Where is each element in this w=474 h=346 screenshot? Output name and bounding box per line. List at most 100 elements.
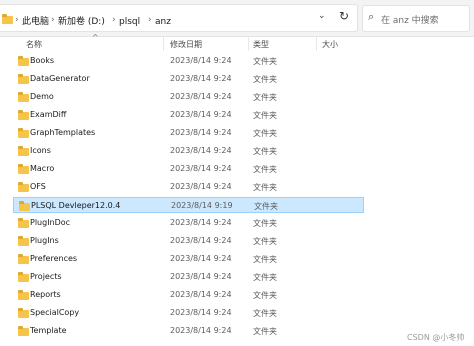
list-item[interactable]: Preferences 2023/8/14 9:24 文件夹: [13, 251, 364, 267]
folder-icon: [2, 14, 13, 24]
item-date: 2023/8/14 9:24: [170, 326, 232, 335]
item-name: Books: [30, 56, 55, 65]
list-item[interactable]: DataGenerator 2023/8/14 9:24 文件夹: [13, 71, 364, 87]
item-type: 文件夹: [254, 202, 278, 211]
item-type: 文件夹: [253, 309, 277, 318]
item-name: Demo: [30, 92, 54, 101]
folder-icon: [18, 272, 29, 282]
item-name: GraphTemplates: [30, 128, 96, 137]
item-type: 文件夹: [253, 327, 277, 336]
column-divider[interactable]: [163, 36, 164, 51]
search-icon: ⌕: [368, 10, 375, 23]
item-type: 文件夹: [253, 219, 277, 228]
list-item[interactable]: GraphTemplates 2023/8/14 9:24 文件夹: [13, 125, 364, 141]
column-size[interactable]: 大小: [322, 39, 338, 50]
column-divider[interactable]: [248, 36, 249, 51]
column-name[interactable]: 名称: [26, 39, 42, 50]
folder-icon: [18, 164, 29, 174]
watermark: CSDN @小冬帅: [407, 333, 465, 342]
breadcrumb-this-pc[interactable]: 此电脑: [22, 16, 49, 28]
address-bar: › 此电脑 › 新加卷 (D:) › plsql › anz ⌄ ↻ ⌕ 在 a…: [0, 0, 474, 37]
folder-icon: [18, 308, 29, 318]
item-type: 文件夹: [253, 273, 277, 282]
item-name: OFS: [30, 182, 46, 191]
item-type: 文件夹: [253, 57, 277, 66]
folder-icon: [18, 128, 29, 138]
list-item[interactable]: Template 2023/8/14 9:24 文件夹: [13, 323, 364, 339]
item-name: Macro: [30, 164, 55, 173]
list-item[interactable]: PlugInDoc 2023/8/14 9:24 文件夹: [13, 215, 364, 231]
folder-icon: [18, 290, 29, 300]
item-name: Preferences: [30, 254, 78, 263]
item-type: 文件夹: [253, 147, 277, 156]
column-divider[interactable]: [316, 36, 317, 51]
column-date[interactable]: 修改日期: [170, 39, 202, 50]
item-date: 2023/8/14 9:24: [170, 254, 232, 263]
item-type: 文件夹: [253, 255, 277, 264]
list-item[interactable]: Icons 2023/8/14 9:24 文件夹: [13, 143, 364, 159]
list-item[interactable]: Books 2023/8/14 9:24 文件夹: [13, 53, 364, 69]
item-date: 2023/8/14 9:24: [170, 308, 232, 317]
search-placeholder: 在 anz 中搜索: [381, 16, 439, 26]
breadcrumb-anz[interactable]: anz: [155, 16, 171, 28]
item-date: 2023/8/14 9:24: [170, 128, 232, 137]
list-item[interactable]: OFS 2023/8/14 9:24 文件夹: [13, 179, 364, 195]
breadcrumb-separator: ›: [51, 15, 55, 25]
breadcrumb-separator: ›: [112, 15, 116, 25]
folder-icon: [18, 92, 29, 102]
breadcrumb-drive-d[interactable]: 新加卷 (D:): [58, 16, 105, 28]
folder-icon: [18, 326, 29, 336]
item-type: 文件夹: [253, 291, 277, 300]
folder-icon: [18, 146, 29, 156]
item-name: Icons: [30, 146, 51, 155]
sort-indicator: ^: [92, 33, 99, 42]
item-name: Reports: [30, 290, 61, 299]
item-type: 文件夹: [253, 93, 277, 102]
item-type: 文件夹: [253, 165, 277, 174]
folder-icon: [18, 56, 29, 66]
item-date: 2023/8/14 9:24: [170, 56, 232, 65]
list-item[interactable]: PlugIns 2023/8/14 9:24 文件夹: [13, 233, 364, 249]
item-type: 文件夹: [253, 183, 277, 192]
folder-icon: [19, 201, 30, 211]
item-type: 文件夹: [253, 237, 277, 246]
item-name: PlugIns: [30, 236, 59, 245]
chevron-down-icon[interactable]: ⌄: [318, 11, 326, 21]
breadcrumb-plsql[interactable]: plsql: [119, 16, 140, 28]
list-item[interactable]: Projects 2023/8/14 9:24 文件夹: [13, 269, 364, 285]
path-box[interactable]: › 此电脑 › 新加卷 (D:) › plsql › anz: [0, 4, 358, 32]
list-item[interactable]: Macro 2023/8/14 9:24 文件夹: [13, 161, 364, 177]
item-date: 2023/8/14 9:24: [170, 290, 232, 299]
item-date: 2023/8/14 9:24: [170, 182, 232, 191]
list-item[interactable]: Reports 2023/8/14 9:24 文件夹: [13, 287, 364, 303]
item-date: 2023/8/14 9:24: [170, 236, 232, 245]
list-item[interactable]: PLSQL Devleper12.0.4 2023/8/14 9:19 文件夹: [13, 197, 364, 213]
item-date: 2023/8/14 9:24: [170, 110, 232, 119]
item-name: DataGenerator: [30, 74, 90, 83]
folder-icon: [18, 110, 29, 120]
refresh-icon[interactable]: ↻: [339, 9, 349, 23]
item-name: PLSQL Devleper12.0.4: [31, 201, 121, 210]
folder-icon: [18, 218, 29, 228]
item-name: PlugInDoc: [30, 218, 71, 227]
item-name: ExamDiff: [30, 110, 67, 119]
item-date: 2023/8/14 9:24: [170, 272, 232, 281]
item-name: SpecialCopy: [30, 308, 80, 317]
item-date: 2023/8/14 9:24: [170, 164, 232, 173]
item-date: 2023/8/14 9:24: [170, 146, 232, 155]
breadcrumb-separator: ›: [148, 15, 152, 25]
item-date: 2023/8/14 9:24: [170, 74, 232, 83]
breadcrumb-separator: ›: [15, 15, 19, 25]
item-type: 文件夹: [253, 75, 277, 84]
list-item[interactable]: SpecialCopy 2023/8/14 9:24 文件夹: [13, 305, 364, 321]
search-box[interactable]: ⌕ 在 anz 中搜索: [362, 5, 470, 32]
folder-icon: [18, 74, 29, 84]
folder-icon: [18, 254, 29, 264]
column-header: ^ 名称 修改日期 类型 大小: [0, 33, 474, 51]
list-item[interactable]: Demo 2023/8/14 9:24 文件夹: [13, 89, 364, 105]
list-item[interactable]: ExamDiff 2023/8/14 9:24 文件夹: [13, 107, 364, 123]
column-type[interactable]: 类型: [253, 39, 269, 50]
item-date: 2023/8/14 9:24: [170, 92, 232, 101]
item-date: 2023/8/14 9:24: [170, 218, 232, 227]
item-type: 文件夹: [253, 129, 277, 138]
